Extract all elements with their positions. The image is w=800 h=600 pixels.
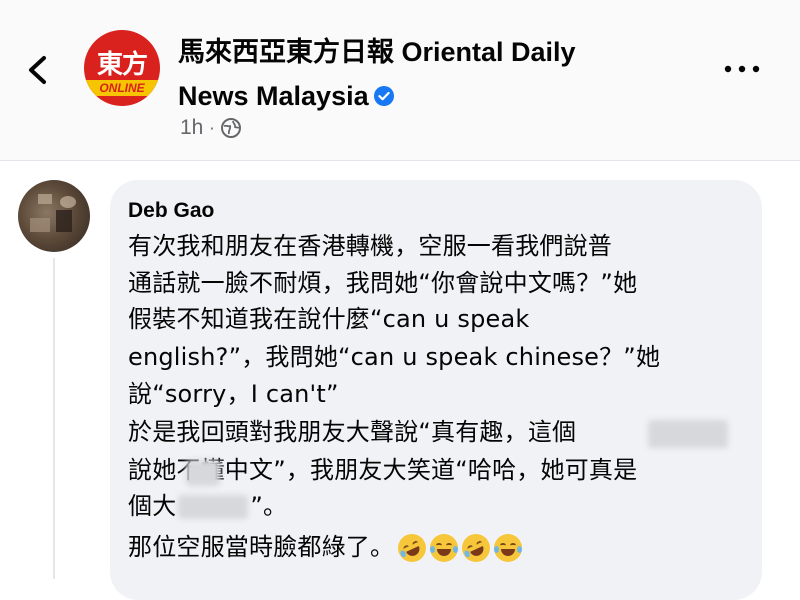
verified-badge-icon (373, 85, 394, 106)
censored-text (178, 495, 249, 519)
logo-band: ONLINE (84, 80, 160, 96)
censored-text (186, 460, 220, 486)
globe-icon[interactable] (220, 117, 242, 139)
rolling-on-floor-laughing-emoji (457, 529, 495, 567)
tears-of-joy-emoji (494, 534, 523, 562)
comment-author[interactable]: Deb Gao (128, 198, 214, 224)
post-header: 東方 ONLINE 馬來西亞東方日報 Oriental Daily News M… (0, 0, 800, 160)
comment-text: 個大 (128, 492, 177, 520)
comment-line: 於是我回頭對我朋友大聲說“真有趣，這個 (128, 418, 577, 446)
post-time[interactable]: 1h (180, 116, 203, 140)
comment-line: 假裝不知道我在說什麼“can u speak (128, 305, 530, 333)
back-button[interactable] (22, 52, 54, 88)
rolling-on-floor-laughing-emoji (393, 529, 431, 567)
thread-line (53, 258, 55, 579)
commenter-avatar[interactable] (18, 180, 90, 252)
comment-line: 那位空服當時臉都綠了。 (128, 529, 523, 567)
logo-band-text: ONLINE (99, 81, 145, 95)
tears-of-joy-emoji (430, 534, 459, 562)
comment-line: 有次我和朋友在香港轉機，空服一看我們說普 (128, 232, 612, 260)
avatar-photo (30, 194, 76, 232)
logo-text: 東方 (96, 50, 148, 80)
meta-dot: · (209, 118, 215, 138)
comment-line: 說“sorry，I can't” (128, 380, 339, 408)
page-avatar-logo[interactable]: 東方 ONLINE (84, 30, 160, 106)
comment-line: english?”，我問她“can u speak chinese？”她 (128, 343, 661, 371)
comment-text: 那位空服當時臉都綠了。 (128, 533, 395, 561)
comment-line: 通話就一臉不耐煩，我問她“你會說中文嗎？”她 (128, 269, 638, 297)
censored-text (648, 420, 728, 448)
header-divider (0, 160, 800, 161)
comment-line: 個大 ”。 (128, 491, 287, 521)
page-name-link[interactable]: 馬來西亞東方日報 Oriental Daily News Malaysia (178, 30, 648, 118)
post-meta: 1h · (180, 114, 242, 142)
comment-text: ”。 (250, 492, 288, 520)
more-options-button[interactable] (722, 60, 762, 78)
